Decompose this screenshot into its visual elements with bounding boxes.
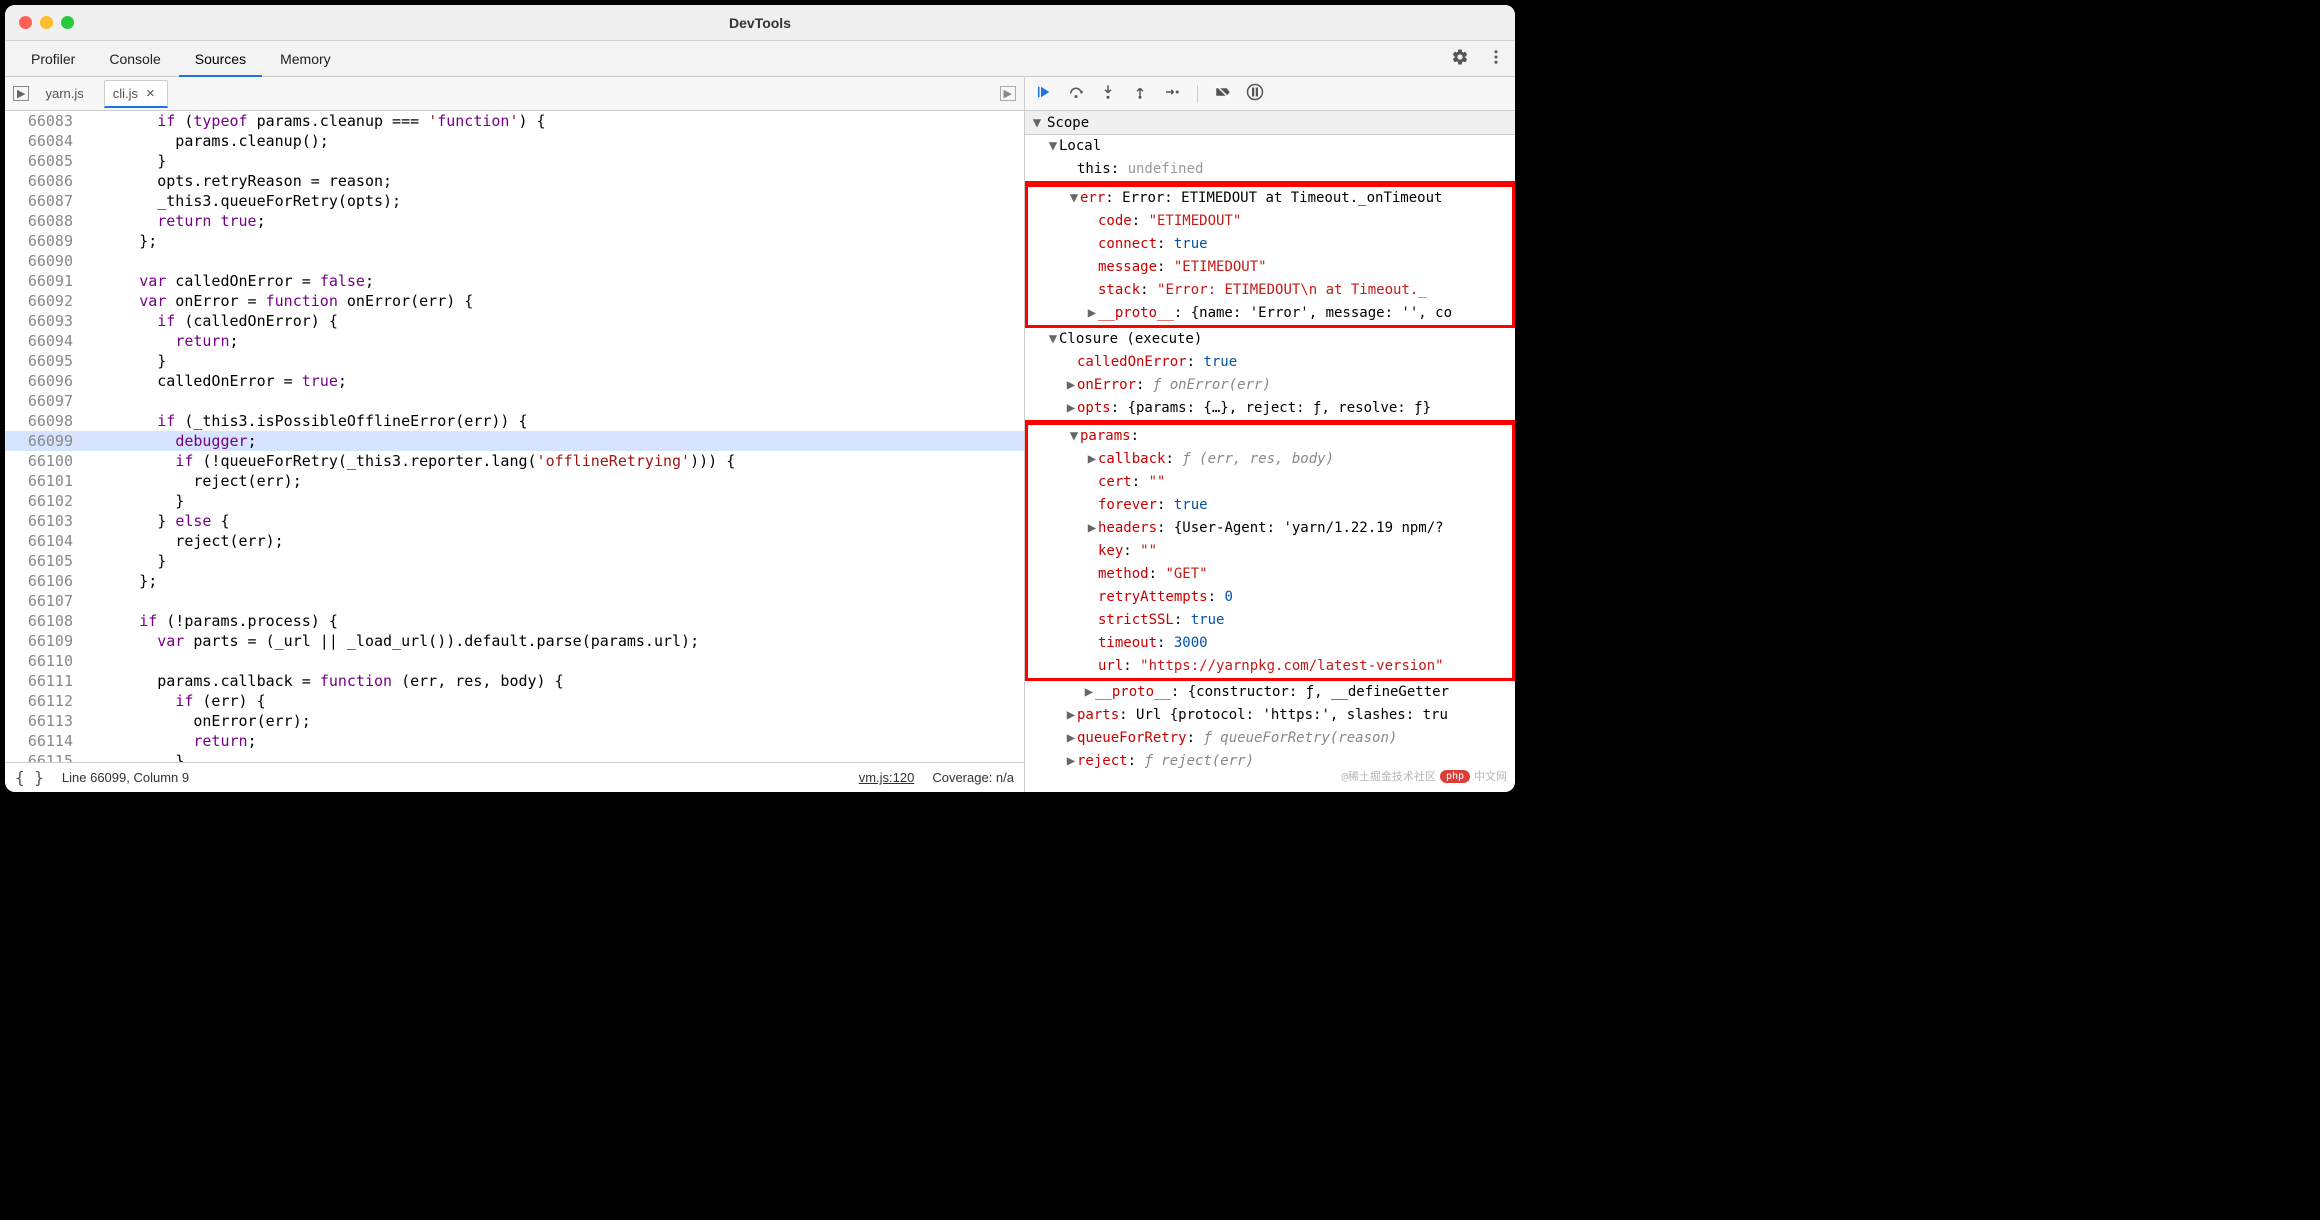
scope-params-timeout: timeout: 3000 [1028,632,1512,655]
editor-pane: ▶ yarn.js cli.js × ▶ 66083 if (typeof pa… [5,77,1025,792]
scope-params-key: key: "" [1028,540,1512,563]
window-title: DevTools [5,15,1515,31]
code-line[interactable]: 66097 [5,391,1024,411]
scope-err-code: code: "ETIMEDOUT" [1028,210,1512,233]
cursor-position: Line 66099, Column 9 [62,770,189,785]
scope-params-forever: forever: true [1028,494,1512,517]
code-line[interactable]: 66085 } [5,151,1024,171]
file-tab-cli[interactable]: cli.js × [104,80,168,108]
tab-profiler[interactable]: Profiler [15,41,91,77]
deactivate-breakpoints-icon[interactable] [1214,83,1232,105]
code-line[interactable]: 66099 debugger; [5,431,1024,451]
scope-params[interactable]: ▼params: [1028,425,1512,448]
scope-err-connect: connect: true [1028,233,1512,256]
close-tab-icon[interactable]: × [146,85,155,102]
scope-tree[interactable]: ▼Local this: undefined ▼err: Error: ETIM… [1025,135,1515,792]
scope-parts[interactable]: ▶parts: Url {protocol: 'https:', slashes… [1025,704,1515,727]
code-line[interactable]: 66087 _this3.queueForRetry(opts); [5,191,1024,211]
scope-params-proto[interactable]: ▶__proto__: {constructor: ƒ, __defineGet… [1025,681,1515,704]
tab-console[interactable]: Console [93,41,176,77]
code-line[interactable]: 66100 if (!queueForRetry(_this3.reporter… [5,451,1024,471]
code-editor[interactable]: 66083 if (typeof params.cleanup === 'fun… [5,111,1024,762]
scope-pane: ▼Scope ▼Local this: undefined ▼err: Erro… [1025,77,1515,792]
code-line[interactable]: 66114 return; [5,731,1024,751]
step-icon[interactable] [1163,83,1181,105]
step-out-icon[interactable] [1131,83,1149,105]
tab-memory[interactable]: Memory [264,41,347,77]
scope-params-cert: cert: "" [1028,471,1512,494]
code-line[interactable]: 66086 opts.retryReason = reason; [5,171,1024,191]
resume-icon[interactable] [1035,83,1053,105]
step-into-icon[interactable] [1099,83,1117,105]
code-line[interactable]: 66096 calledOnError = true; [5,371,1024,391]
scope-header[interactable]: ▼Scope [1025,111,1515,135]
vm-link[interactable]: vm.js:120 [859,770,915,785]
titlebar: DevTools [5,5,1515,41]
watermark: @稀土掘金技术社区 php 中文网 [1341,768,1507,784]
code-line[interactable]: 66109 var parts = (_url || _load_url()).… [5,631,1024,651]
scope-params-strictssl: strictSSL: true [1028,609,1512,632]
code-line[interactable]: 66092 var onError = function onError(err… [5,291,1024,311]
scope-closure[interactable]: ▼Closure (execute) [1025,328,1515,351]
code-line[interactable]: 66108 if (!params.process) { [5,611,1024,631]
code-line[interactable]: 66093 if (calledOnError) { [5,311,1024,331]
scope-err-message: message: "ETIMEDOUT" [1028,256,1512,279]
code-line[interactable]: 66112 if (err) { [5,691,1024,711]
scope-params-method: method: "GET" [1028,563,1512,586]
scope-calledonerror: calledOnError: true [1025,351,1515,374]
run-snippet-icon[interactable]: ▶ [1000,86,1016,101]
code-line[interactable]: 66104 reject(err); [5,531,1024,551]
coverage-label: Coverage: n/a [932,770,1014,785]
scope-params-url: url: "https://yarnpkg.com/latest-version… [1028,655,1512,678]
scope-local[interactable]: ▼Local [1025,135,1515,158]
scope-params-retryattempts: retryAttempts: 0 [1028,586,1512,609]
code-line[interactable]: 66103 } else { [5,511,1024,531]
code-line[interactable]: 66095 } [5,351,1024,371]
scope-this: this: undefined [1025,158,1515,184]
code-line[interactable]: 66115 } [5,751,1024,762]
code-line[interactable]: 66107 [5,591,1024,611]
scope-err-stack: stack: "Error: ETIMEDOUT\n at Timeout._ [1028,279,1512,302]
code-line[interactable]: 66091 var calledOnError = false; [5,271,1024,291]
scope-onerror[interactable]: ▶onError: ƒ onError(err) [1025,374,1515,397]
code-line[interactable]: 66089 }; [5,231,1024,251]
main-tabs: Profiler Console Sources Memory [5,41,1515,77]
code-line[interactable]: 66084 params.cleanup(); [5,131,1024,151]
code-line[interactable]: 66113 onError(err); [5,711,1024,731]
scope-params-headers[interactable]: ▶headers: {User-Agent: 'yarn/1.22.19 npm… [1028,517,1512,540]
gear-icon[interactable] [1451,48,1469,69]
code-line[interactable]: 66094 return; [5,331,1024,351]
code-line[interactable]: 66101 reject(err); [5,471,1024,491]
file-tab-yarn[interactable]: yarn.js [37,80,95,108]
scope-err-proto[interactable]: ▶__proto__: {name: 'Error', message: '',… [1028,302,1512,325]
navigator-toggle-icon[interactable]: ▶ [13,86,29,101]
pretty-print-icon[interactable]: { } [15,768,44,787]
step-over-icon[interactable] [1067,83,1085,105]
code-line[interactable]: 66090 [5,251,1024,271]
status-bar: { } Line 66099, Column 9 vm.js:120 Cover… [5,762,1024,792]
code-line[interactable]: 66088 return true; [5,211,1024,231]
tab-sources[interactable]: Sources [179,41,262,77]
file-tabs: ▶ yarn.js cli.js × ▶ [5,77,1024,111]
code-line[interactable]: 66102 } [5,491,1024,511]
kebab-menu-icon[interactable] [1487,48,1505,69]
code-line[interactable]: 66106 }; [5,571,1024,591]
code-line[interactable]: 66083 if (typeof params.cleanup === 'fun… [5,111,1024,131]
code-line[interactable]: 66105 } [5,551,1024,571]
scope-params-callback[interactable]: ▶callback: ƒ (err, res, body) [1028,448,1512,471]
code-line[interactable]: 66110 [5,651,1024,671]
pause-on-exceptions-icon[interactable] [1246,83,1264,105]
code-line[interactable]: 66098 if (_this3.isPossibleOfflineError(… [5,411,1024,431]
scope-queueforretry[interactable]: ▶queueForRetry: ƒ queueForRetry(reason) [1025,727,1515,750]
debug-toolbar [1025,77,1515,111]
scope-opts[interactable]: ▶opts: {params: {…}, reject: ƒ, resolve:… [1025,397,1515,422]
code-line[interactable]: 66111 params.callback = function (err, r… [5,671,1024,691]
scope-err[interactable]: ▼err: Error: ETIMEDOUT at Timeout._onTim… [1028,187,1512,210]
